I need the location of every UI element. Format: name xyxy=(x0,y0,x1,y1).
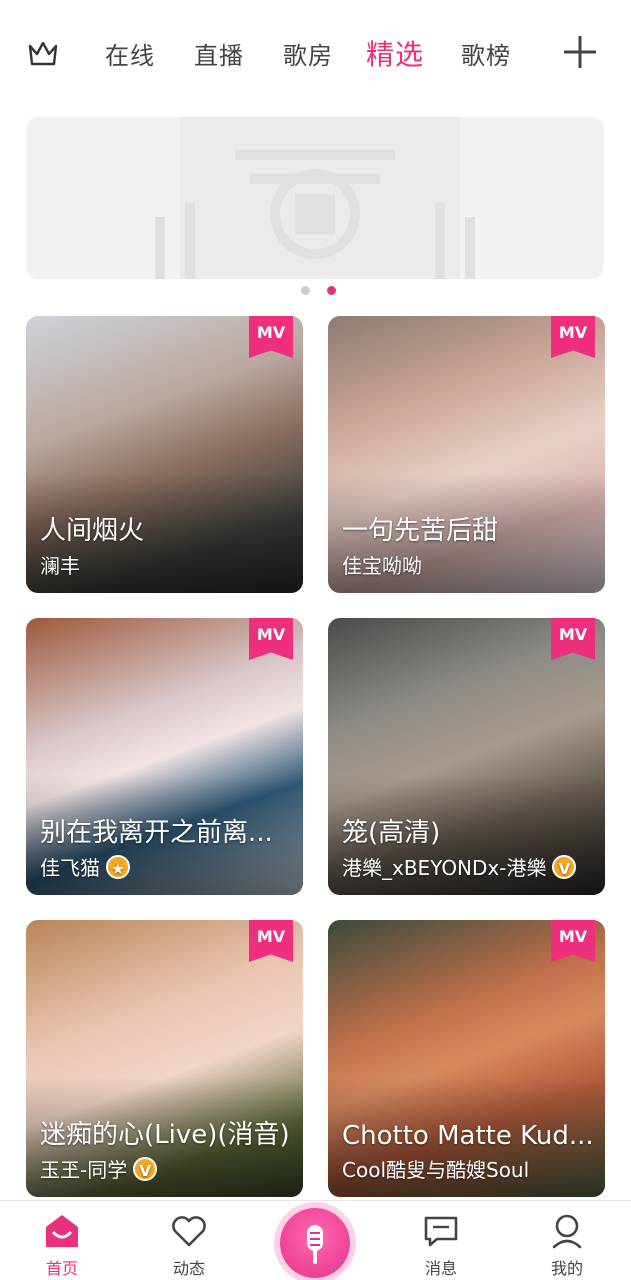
record-button[interactable] xyxy=(280,1208,350,1278)
song-card[interactable]: MV 别在我离开之前离... 佳飞猫 ★ xyxy=(26,618,303,895)
nav-home-label: 首页 xyxy=(45,1259,78,1278)
heart-icon xyxy=(172,1216,206,1247)
author-name: 港樂_xBEYONDx-港樂 xyxy=(342,856,547,880)
carousel-indicator xyxy=(0,286,631,296)
carousel-dot-active[interactable] xyxy=(327,286,336,295)
author-name: 澜丰 xyxy=(40,554,80,578)
card-title: 一句先苦后甜 xyxy=(342,516,499,546)
card-author: 澜丰 xyxy=(40,550,295,579)
mv-badge: MV xyxy=(551,316,595,358)
tab-charts[interactable]: 歌榜 xyxy=(461,36,511,71)
tab-online[interactable]: 在线 xyxy=(105,36,155,71)
nav-messages-label: 消息 xyxy=(424,1259,457,1278)
nav-messages[interactable]: 消息 xyxy=(401,1201,481,1280)
card-title: 笼(高清) xyxy=(342,818,441,848)
tab-featured[interactable]: 精选 xyxy=(366,33,424,73)
song-card[interactable]: MV Chotto Matte Kud... Cool酷叟与酷嫂Soul xyxy=(328,920,605,1197)
nav-profile-label: 我的 xyxy=(550,1259,583,1278)
nav-home[interactable]: 首页 xyxy=(22,1201,102,1280)
tab-song-room[interactable]: 歌房 xyxy=(283,36,333,71)
card-author: 佳宝呦呦 xyxy=(342,550,597,579)
top-navigation: 在线 直播 歌房 精选 歌榜 xyxy=(0,0,631,100)
profile-icon xyxy=(552,1214,582,1249)
nav-feed[interactable]: 动态 xyxy=(149,1201,229,1280)
image-placeholder-icon xyxy=(155,150,475,279)
verified-badge-icon: V xyxy=(552,854,577,879)
card-author: 港樂_xBEYONDx-港樂 V xyxy=(342,852,597,881)
song-card[interactable]: MV 迷痴的心(Live)(消音) 玉玊-同学 V xyxy=(26,920,303,1197)
microphone-icon xyxy=(307,1225,323,1264)
mv-badge: MV xyxy=(249,920,293,962)
verified-badge-icon: V xyxy=(133,1156,158,1181)
plus-icon[interactable] xyxy=(562,34,598,70)
star-badge-icon: ★ xyxy=(106,854,130,879)
author-name: 佳宝呦呦 xyxy=(342,554,422,578)
card-title: 人间烟火 xyxy=(40,516,145,546)
mv-badge: MV xyxy=(249,618,293,660)
card-author: Cool酷叟与酷嫂Soul xyxy=(342,1154,597,1183)
crown-icon[interactable] xyxy=(27,38,59,68)
carousel-dot[interactable] xyxy=(301,286,310,295)
card-title: Chotto Matte Kud... xyxy=(342,1121,594,1151)
banner-carousel[interactable] xyxy=(26,117,604,279)
mv-badge: MV xyxy=(551,920,595,962)
song-card[interactable]: MV 笼(高清) 港樂_xBEYONDx-港樂 V xyxy=(328,618,605,895)
song-card[interactable]: MV 人间烟火 澜丰 xyxy=(26,316,303,593)
song-card[interactable]: MV 一句先苦后甜 佳宝呦呦 xyxy=(328,316,605,593)
nav-feed-label: 动态 xyxy=(172,1259,205,1278)
mv-badge: MV xyxy=(249,316,293,358)
nav-profile[interactable]: 我的 xyxy=(527,1201,607,1280)
card-title: 别在我离开之前离... xyxy=(40,818,273,848)
mv-badge: MV xyxy=(551,618,595,660)
author-name: Cool酷叟与酷嫂Soul xyxy=(342,1158,530,1182)
message-icon xyxy=(424,1216,458,1247)
author-name: 佳飞猫 xyxy=(40,856,100,880)
card-author: 玉玊-同学 V xyxy=(40,1154,295,1183)
home-icon xyxy=(46,1215,78,1247)
author-name: 玉玊-同学 xyxy=(40,1158,128,1182)
tab-live[interactable]: 直播 xyxy=(194,36,244,71)
card-title: 迷痴的心(Live)(消音) xyxy=(40,1120,290,1150)
card-author: 佳飞猫 ★ xyxy=(40,852,295,881)
